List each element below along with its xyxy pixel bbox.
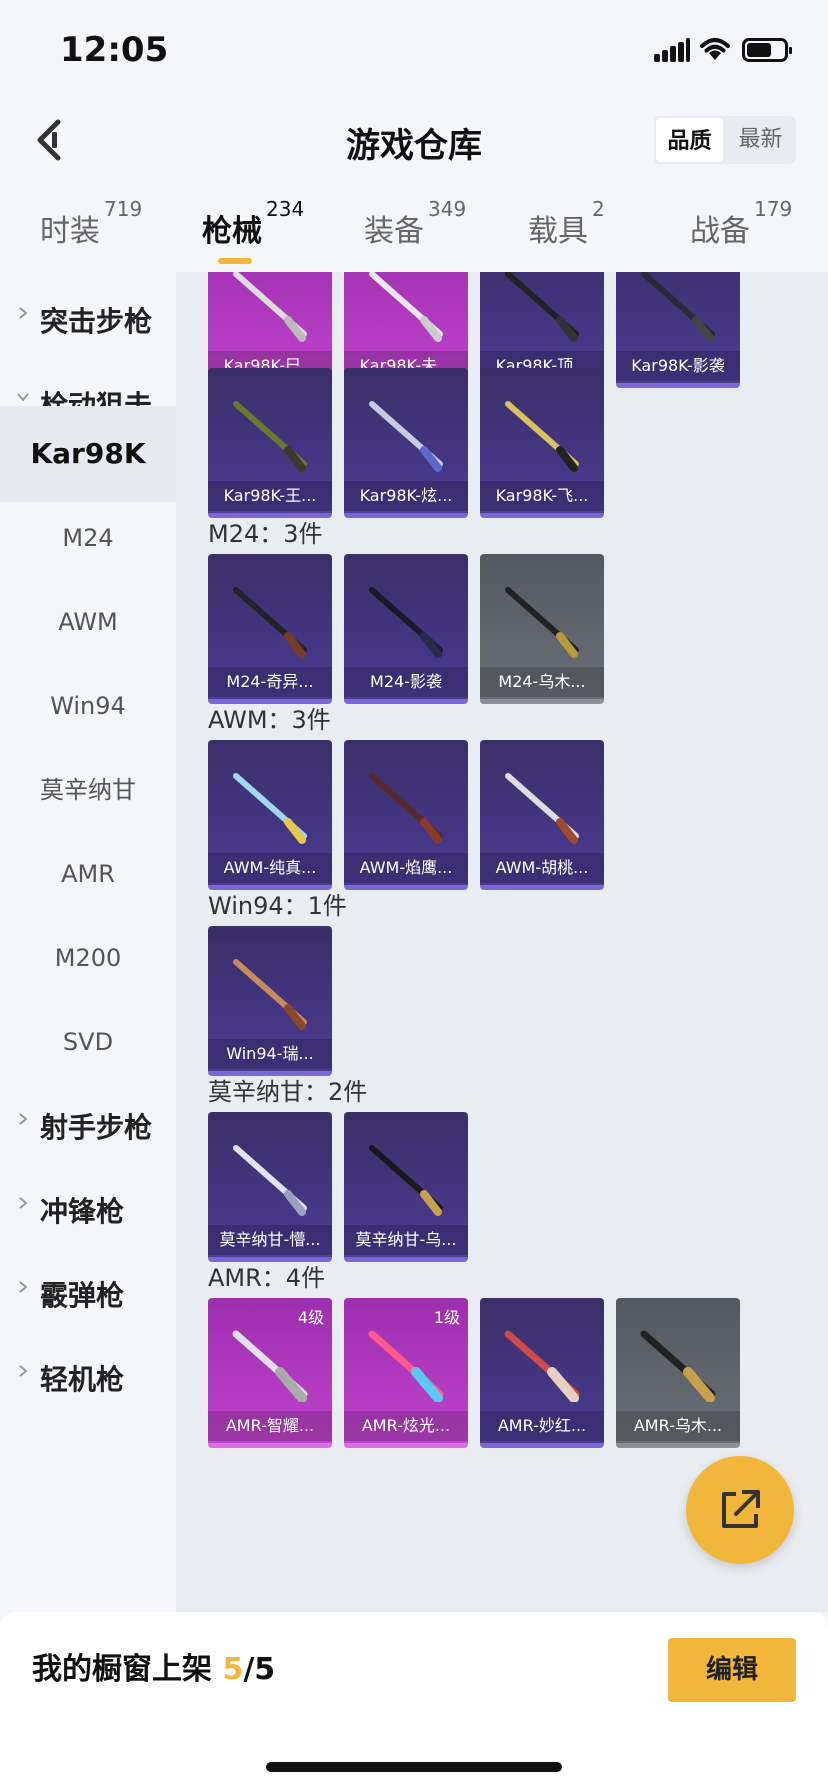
section-title-amr: AMR：4件 [208,1264,326,1292]
weapon-card[interactable]: AWM-胡桃... [480,740,604,890]
sidebar-item-marksman-rifles[interactable]: 射手步枪 [0,1078,176,1174]
sidebar-item-mosin[interactable]: 莫辛纳甘 [0,742,176,838]
chevron-right-icon [19,1113,28,1125]
weapon-card[interactable]: AWM-焰鹰... [344,740,468,890]
sidebar-item-shotguns[interactable]: 霰弹枪 [0,1246,176,1342]
weapon-card[interactable]: 4级 AMR-智耀... [208,1298,332,1448]
rifle-icon [369,773,443,844]
sidebar-item-kar98k[interactable]: Kar98K [0,406,176,502]
rifle-icon [505,773,579,844]
rifle-icon [640,1330,716,1402]
sidebar-item-assault-rifles[interactable]: 突击步枪 [0,272,176,368]
rifle-icon [641,272,715,342]
rifle-icon [504,1330,580,1402]
weapon-card[interactable]: Kar98K-影袭 [616,272,740,388]
weapon-card[interactable]: AMR-妙红... [480,1298,604,1448]
weapon-card[interactable]: 莫辛纳甘-懵... [208,1112,332,1262]
wifi-icon [700,38,730,60]
weapon-card[interactable]: M24-乌木... [480,554,604,704]
weapon-card[interactable]: 1级 AMR-炫光... [344,1298,468,1448]
sidebar-item-amr[interactable]: AMR [0,826,176,922]
chevron-right-icon [19,1365,28,1377]
tab-supplies[interactable]: 战备179 [690,197,792,250]
rifle-icon [232,1330,308,1402]
share-external-icon [722,1490,760,1528]
tab-vehicles[interactable]: 载具2 [528,197,605,250]
weapon-card[interactable]: AMR-乌木... [616,1298,740,1448]
weapon-card[interactable]: 莫辛纳甘-乌... [344,1112,468,1262]
section-title-win94: Win94：1件 [208,892,347,920]
rifle-icon [369,587,443,658]
sidebar-item-lmgs[interactable]: 轻机枪 [0,1330,176,1426]
weapon-card[interactable]: M24-影袭 [344,554,468,704]
rifle-icon [369,401,443,472]
status-bar: 12:05 [0,0,828,96]
sidebar-item-m200[interactable]: M200 [0,910,176,1006]
rifle-icon [369,272,443,342]
rifle-icon [233,401,307,472]
weapon-grid: Kar98K-巳... Kar98K-未... Kar98K-顶... Kar9… [176,272,828,1612]
rifle-icon [233,587,307,658]
home-indicator [266,1762,562,1772]
tab-fashion[interactable]: 时装719 [40,197,142,250]
chevron-right-icon [19,1281,28,1293]
tab-equipment[interactable]: 装备349 [364,197,466,250]
rifle-icon [233,272,307,342]
status-time: 12:05 [60,30,169,70]
rifle-icon [368,1330,444,1402]
cellular-signal-icon [654,38,690,62]
weapon-card[interactable]: M24-奇异... [208,554,332,704]
weapon-category-sidebar: 突击步枪 栓动狙击 Kar98K M24 AWM Win94 莫辛纳甘 AMR … [0,272,176,1612]
showcase-bar: 我的橱窗上架 5/5 编辑 [0,1612,828,1792]
rifle-icon [505,272,579,342]
weapon-card[interactable]: Kar98K-炫... [344,368,468,518]
weapon-card[interactable]: Win94-瑞... [208,926,332,1076]
weapon-card[interactable]: AWM-纯真... [208,740,332,890]
sort-quality-button[interactable]: 品质 [654,116,725,164]
chevron-right-icon [19,1197,28,1209]
tab-firearms[interactable]: 枪械234 [202,197,304,250]
header: 游戏仓库 品质 最新 [0,100,828,180]
rifle-icon [233,1145,307,1216]
rifle-icon [505,401,579,472]
section-title-awm: AWM：3件 [208,706,331,734]
rifle-icon [233,773,307,844]
chevron-down-icon [17,393,29,402]
rifle-icon [369,1145,443,1216]
active-tab-indicator [218,258,252,264]
sort-newest-button[interactable]: 最新 [725,116,796,164]
section-title-mosin: 莫辛纳甘：2件 [208,1078,368,1106]
battery-icon [742,38,792,62]
section-title-m24: M24：3件 [208,520,323,548]
rifle-icon [233,959,307,1030]
sidebar-item-awm[interactable]: AWM [0,574,176,670]
rifle-icon [505,587,579,658]
showcase-count: 我的橱窗上架 5/5 [32,1652,276,1687]
chevron-right-icon [19,307,28,319]
weapon-card[interactable]: Kar98K-飞... [480,368,604,518]
sidebar-item-m24[interactable]: M24 [0,490,176,586]
share-fab-button[interactable] [686,1456,794,1564]
weapon-card[interactable]: Kar98K-王... [208,368,332,518]
sidebar-item-smgs[interactable]: 冲锋枪 [0,1162,176,1258]
sort-toggle: 品质 最新 [654,116,796,164]
sidebar-item-win94[interactable]: Win94 [0,658,176,754]
sidebar-item-svd[interactable]: SVD [0,994,176,1090]
edit-button[interactable]: 编辑 [668,1638,796,1702]
category-tabs: 时装719 枪械234 装备349 载具2 战备179 [0,196,828,268]
